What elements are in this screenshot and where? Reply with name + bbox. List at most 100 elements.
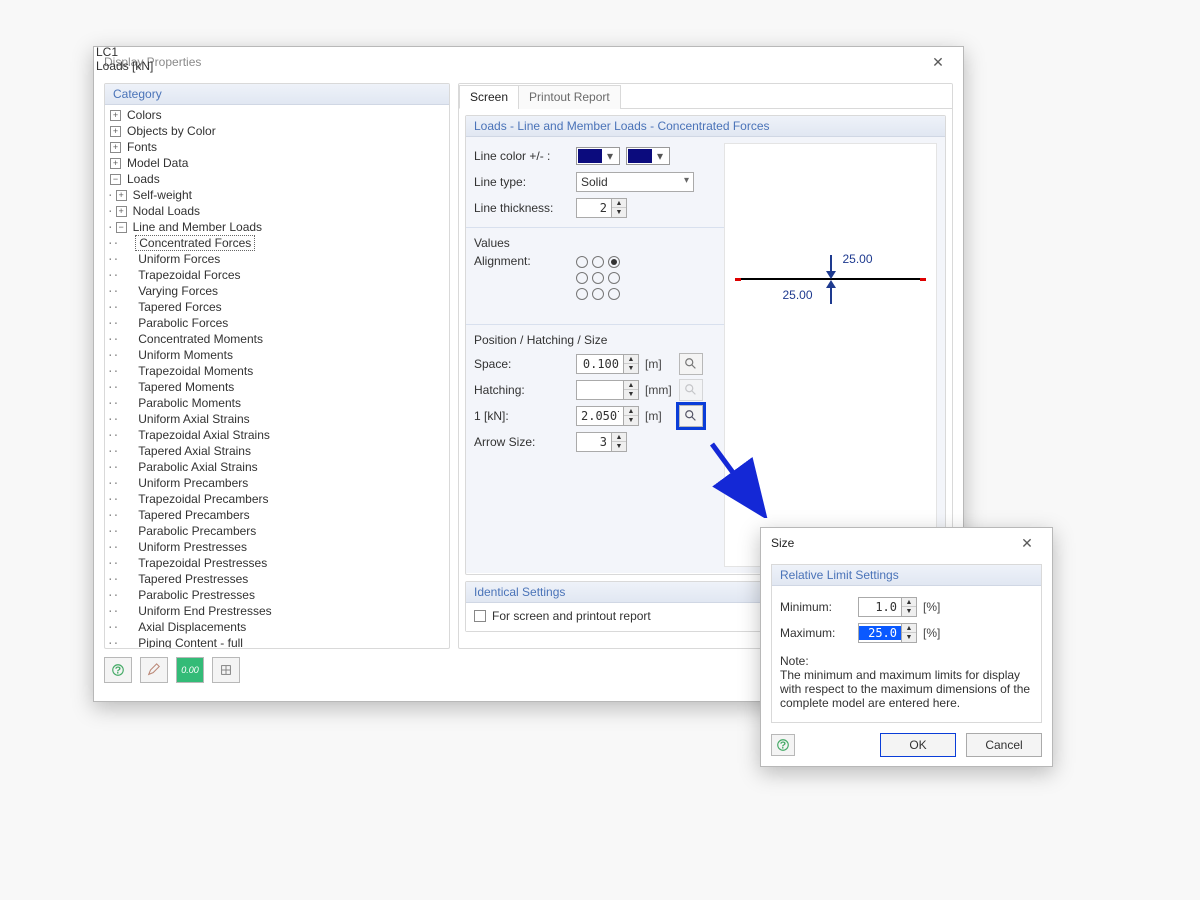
tree-item[interactable]: · · Uniform Forces xyxy=(107,251,449,267)
hatching-spinner[interactable]: ▲▼ xyxy=(576,380,639,400)
tree-item[interactable]: +Colors xyxy=(107,107,449,123)
tree-item[interactable]: · +Nodal Loads xyxy=(107,203,449,219)
pencil-icon[interactable] xyxy=(140,657,168,683)
tree-item[interactable]: · · Tapered Prestresses xyxy=(107,571,449,587)
space-label: Space: xyxy=(474,357,570,371)
expand-icon[interactable]: + xyxy=(116,190,127,201)
tree-item[interactable]: · · Axial Displacements xyxy=(107,619,449,635)
decimal-icon[interactable]: 0.00 xyxy=(176,657,204,683)
collapse-icon[interactable]: − xyxy=(110,174,121,185)
note: Note: The minimum and maximum limits for… xyxy=(780,654,1033,714)
tree-item[interactable]: · · Parabolic Prestresses xyxy=(107,587,449,603)
arrow-size-spinner[interactable]: ▲▼ xyxy=(576,432,627,452)
arrow-size-input[interactable] xyxy=(577,435,611,449)
tree-item[interactable]: · · Trapezoidal Forces xyxy=(107,267,449,283)
kn-input[interactable] xyxy=(577,409,623,423)
spin-up-icon[interactable]: ▲ xyxy=(612,199,626,208)
kn-lookup-icon[interactable] xyxy=(679,405,703,427)
kn-spinner[interactable]: ▲▼ xyxy=(576,406,639,426)
size-close-icon[interactable]: ✕ xyxy=(1012,535,1042,552)
size-help-icon[interactable]: ? xyxy=(771,734,795,756)
maximum-input[interactable] xyxy=(859,626,901,640)
title-bar: Display Properties ✕ xyxy=(94,47,963,77)
tree-item[interactable]: · · Tapered Axial Strains xyxy=(107,443,449,459)
alignment-radio-5[interactable] xyxy=(592,272,604,284)
minimum-spinner[interactable]: ▲▼ xyxy=(858,597,917,617)
svg-text:?: ? xyxy=(780,740,786,752)
alignment-radio-8[interactable] xyxy=(592,288,604,300)
expand-icon[interactable]: + xyxy=(116,206,127,217)
tree-item[interactable]: · · Parabolic Forces xyxy=(107,315,449,331)
tree-item[interactable]: · · Concentrated Forces xyxy=(107,235,449,251)
alignment-radio-3[interactable] xyxy=(608,256,620,268)
cancel-button[interactable]: Cancel xyxy=(966,733,1042,757)
maximum-spinner[interactable]: ▲▼ xyxy=(858,623,917,643)
loads-group: Loads - Line and Member Loads - Concentr… xyxy=(465,115,946,575)
tree-item[interactable]: · · Uniform Axial Strains xyxy=(107,411,449,427)
hatching-label: Hatching: xyxy=(474,383,570,397)
ok-button[interactable]: OK xyxy=(880,733,956,757)
close-icon[interactable]: ✕ xyxy=(923,54,953,71)
alignment-radio-6[interactable] xyxy=(608,272,620,284)
tree-item-label: Uniform Prestresses xyxy=(135,540,250,554)
line-color-plus-swatch[interactable]: ▾ xyxy=(576,147,620,165)
space-lookup-icon[interactable] xyxy=(679,353,703,375)
tree-item-label: Parabolic Moments xyxy=(135,396,244,410)
alignment-radio-4[interactable] xyxy=(576,272,588,284)
tree-item-label: Varying Forces xyxy=(135,284,221,298)
line-color-minus-swatch[interactable]: ▾ xyxy=(626,147,670,165)
collapse-icon[interactable]: − xyxy=(116,222,127,233)
tree-item[interactable]: · · Trapezoidal Prestresses xyxy=(107,555,449,571)
line-type-select[interactable]: Solid xyxy=(576,172,694,192)
tab-printout-report[interactable]: Printout Report xyxy=(518,85,621,109)
space-spinner[interactable]: ▲▼ xyxy=(576,354,639,374)
tree-item[interactable]: · · Concentrated Moments xyxy=(107,331,449,347)
tree-item[interactable]: · · Uniform Precambers xyxy=(107,475,449,491)
line-thickness-input[interactable] xyxy=(577,201,611,215)
tree-item[interactable]: · · Uniform Moments xyxy=(107,347,449,363)
alignment-radio-7[interactable] xyxy=(576,288,588,300)
tree-item[interactable]: · · Uniform Prestresses xyxy=(107,539,449,555)
tree-item[interactable]: · · Tapered Moments xyxy=(107,379,449,395)
hatching-input[interactable] xyxy=(577,383,623,397)
tree-item[interactable]: · · Parabolic Moments xyxy=(107,395,449,411)
alignment-radio-9[interactable] xyxy=(608,288,620,300)
settings-icon[interactable] xyxy=(212,657,240,683)
expand-icon[interactable]: + xyxy=(110,158,121,169)
tree-item[interactable]: · · Parabolic Axial Strains xyxy=(107,459,449,475)
tree-item[interactable]: · · Piping Content - full xyxy=(107,635,449,648)
category-tree[interactable]: +Colors+Objects by Color+Fonts+Model Dat… xyxy=(105,105,449,648)
tree-item[interactable]: · · Varying Forces xyxy=(107,283,449,299)
hatching-lookup-icon[interactable] xyxy=(679,379,703,401)
line-color-label: Line color +/- : xyxy=(474,149,570,163)
tree-item[interactable]: · · Trapezoidal Axial Strains xyxy=(107,427,449,443)
help-icon[interactable]: ? xyxy=(104,657,132,683)
alignment-radio-1[interactable] xyxy=(576,256,588,268)
tree-item[interactable]: · −Line and Member Loads xyxy=(107,219,449,235)
kn-label: 1 [kN]: xyxy=(474,409,570,423)
expand-icon[interactable]: + xyxy=(110,126,121,137)
tree-item[interactable]: · · Trapezoidal Moments xyxy=(107,363,449,379)
spin-down-icon[interactable]: ▼ xyxy=(612,208,626,217)
alignment-radio-2[interactable] xyxy=(592,256,604,268)
space-input[interactable] xyxy=(577,357,623,371)
tree-item[interactable]: · +Self-weight xyxy=(107,187,449,203)
tab-screen[interactable]: Screen xyxy=(459,85,519,109)
checkbox-icon xyxy=(474,610,486,622)
identical-checkbox[interactable]: For screen and printout report xyxy=(474,609,651,623)
expand-icon[interactable]: + xyxy=(110,110,121,121)
tree-item[interactable]: · · Tapered Precambers xyxy=(107,507,449,523)
expand-icon[interactable]: + xyxy=(110,142,121,153)
tree-item[interactable]: +Fonts xyxy=(107,139,449,155)
tree-item[interactable]: +Model Data xyxy=(107,155,449,171)
minimum-input[interactable] xyxy=(859,600,901,614)
tree-item[interactable]: · · Uniform End Prestresses xyxy=(107,603,449,619)
tree-item[interactable]: · · Parabolic Precambers xyxy=(107,523,449,539)
tree-item[interactable]: −Loads xyxy=(107,171,449,187)
tree-item[interactable]: · · Trapezoidal Precambers xyxy=(107,491,449,507)
tree-item[interactable]: +Objects by Color xyxy=(107,123,449,139)
tree-item-label: Tapered Axial Strains xyxy=(135,444,254,458)
tree-item-label: Line and Member Loads xyxy=(130,220,265,234)
tree-item[interactable]: · · Tapered Forces xyxy=(107,299,449,315)
line-thickness-spinner[interactable]: ▲▼ xyxy=(576,198,627,218)
